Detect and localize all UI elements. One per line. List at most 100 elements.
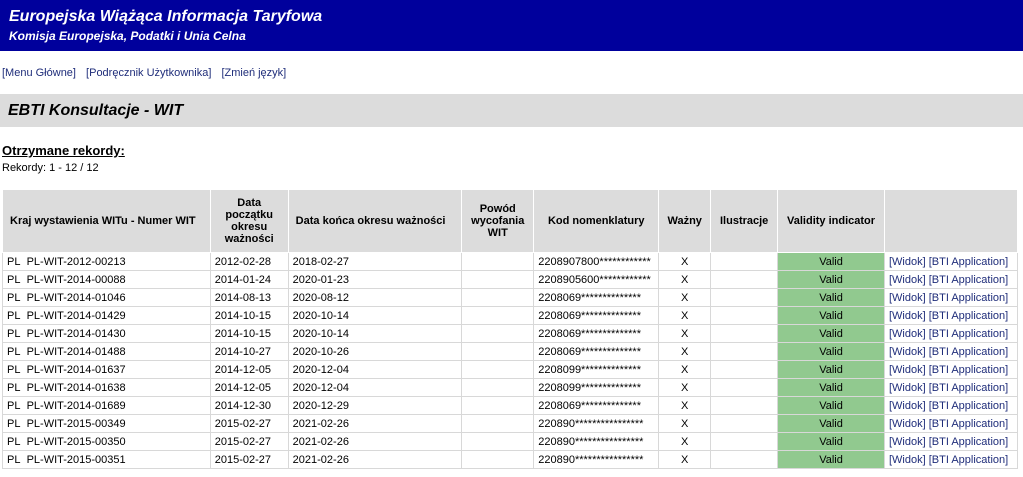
view-link[interactable]: [Widok] <box>889 328 926 340</box>
cell-start-date: 2014-12-30 <box>209 396 289 415</box>
cell-start-date: 2015-02-27 <box>209 450 289 469</box>
cell-start-date: 2014-10-15 <box>209 324 289 343</box>
cell-country: PL <box>7 327 21 340</box>
col-header-validity-indicator: Validity indicator <box>777 189 885 253</box>
bti-application-link[interactable]: [BTI Application] <box>929 454 1009 466</box>
cell-validity-indicator: Valid <box>777 270 885 289</box>
cell-withdrawal-reason <box>461 432 535 451</box>
cell-country: PL <box>7 435 21 448</box>
view-link[interactable]: [Widok] <box>889 382 926 394</box>
view-link[interactable]: [Widok] <box>889 274 926 286</box>
view-link[interactable]: [Widok] <box>889 310 926 322</box>
cell-country-number: PL PL-WIT-2014-01689 <box>2 396 211 415</box>
section-header: EBTI Konsultacje - WIT <box>0 94 1023 127</box>
cell-actions: [Widok] [BTI Application] <box>883 306 1019 325</box>
cell-actions: [Widok] [BTI Application] <box>883 450 1019 469</box>
cell-illustrations <box>710 378 779 397</box>
view-link[interactable]: [Widok] <box>889 454 926 466</box>
table-row: PL PL-WIT-2014-01046 2014-08-13 2020-08-12… <box>2 288 1019 307</box>
bti-application-link[interactable]: [BTI Application] <box>929 400 1009 412</box>
cell-validity-indicator: Valid <box>777 432 885 451</box>
cell-country-number: PL PL-WIT-2012-00213 <box>2 252 211 271</box>
cell-country-number: PL PL-WIT-2014-01638 <box>2 378 211 397</box>
col-header-country-number: Kraj wystawienia WITu - Numer WIT <box>2 189 211 253</box>
cell-withdrawal-reason <box>461 378 535 397</box>
cell-valid: X <box>658 396 712 415</box>
cell-actions: [Widok] [BTI Application] <box>883 378 1019 397</box>
change-language-link[interactable]: [Zmień język] <box>221 67 286 79</box>
table-row: PL PL-WIT-2012-00213 2012-02-28 2018-02-27… <box>2 252 1019 271</box>
cell-wit-number: PL-WIT-2014-00088 <box>26 273 126 286</box>
cell-illustrations <box>710 396 779 415</box>
cell-country: PL <box>7 309 21 322</box>
cell-actions: [Widok] [BTI Application] <box>883 252 1019 271</box>
bti-application-link[interactable]: [BTI Application] <box>929 382 1009 394</box>
cell-withdrawal-reason <box>461 342 535 361</box>
cell-nomenclature-code: 220890**************** <box>533 450 660 469</box>
cell-actions: [Widok] [BTI Application] <box>883 414 1019 433</box>
view-link[interactable]: [Widok] <box>889 400 926 412</box>
cell-validity-indicator: Valid <box>777 360 885 379</box>
bti-application-link[interactable]: [BTI Application] <box>929 274 1009 286</box>
cell-end-date: 2020-01-23 <box>287 270 463 289</box>
cell-wit-number: PL-WIT-2014-01429 <box>26 309 126 322</box>
cell-nomenclature-code: 2208907800************ <box>533 252 660 271</box>
cell-actions: [Widok] [BTI Application] <box>883 288 1019 307</box>
table-row: PL PL-WIT-2014-01689 2014-12-30 2020-12-29… <box>2 396 1019 415</box>
cell-validity-indicator: Valid <box>777 306 885 325</box>
cell-end-date: 2020-12-04 <box>287 378 463 397</box>
bti-application-link[interactable]: [BTI Application] <box>929 328 1009 340</box>
cell-withdrawal-reason <box>461 324 535 343</box>
view-link[interactable]: [Widok] <box>889 364 926 376</box>
cell-country: PL <box>7 363 21 376</box>
cell-wit-number: PL-WIT-2014-01488 <box>26 345 126 358</box>
main-menu-link[interactable]: [Menu Główne] <box>2 67 76 79</box>
cell-validity-indicator: Valid <box>777 288 885 307</box>
view-link[interactable]: [Widok] <box>889 418 926 430</box>
col-header-withdrawal-reason: Powód wycofania WIT <box>461 189 535 253</box>
cell-nomenclature-code: 2208905600************ <box>533 270 660 289</box>
bti-application-link[interactable]: [BTI Application] <box>929 346 1009 358</box>
view-link[interactable]: [Widok] <box>889 436 926 448</box>
bti-application-link[interactable]: [BTI Application] <box>929 418 1009 430</box>
cell-wit-number: PL-WIT-2014-01046 <box>26 291 126 304</box>
cell-country-number: PL PL-WIT-2014-01430 <box>2 324 211 343</box>
cell-illustrations <box>710 342 779 361</box>
cell-country: PL <box>7 417 21 430</box>
cell-actions: [Widok] [BTI Application] <box>883 396 1019 415</box>
cell-start-date: 2014-10-27 <box>209 342 289 361</box>
cell-country-number: PL PL-WIT-2014-01488 <box>2 342 211 361</box>
cell-withdrawal-reason <box>461 396 535 415</box>
cell-wit-number: PL-WIT-2014-01637 <box>26 363 126 376</box>
cell-validity-indicator: Valid <box>777 378 885 397</box>
view-link[interactable]: [Widok] <box>889 292 926 304</box>
cell-valid: X <box>658 414 712 433</box>
cell-valid: X <box>658 378 712 397</box>
cell-nomenclature-code: 2208069************** <box>533 306 660 325</box>
cell-country-number: PL PL-WIT-2014-01637 <box>2 360 211 379</box>
cell-illustrations <box>710 288 779 307</box>
cell-nomenclature-code: 2208069************** <box>533 324 660 343</box>
cell-actions: [Widok] [BTI Application] <box>883 432 1019 451</box>
view-link[interactable]: [Widok] <box>889 346 926 358</box>
cell-valid: X <box>658 306 712 325</box>
bti-application-link[interactable]: [BTI Application] <box>929 256 1009 268</box>
table-row: PL PL-WIT-2014-01637 2014-12-05 2020-12-04… <box>2 360 1019 379</box>
cell-nomenclature-code: 2208099************** <box>533 378 660 397</box>
bti-application-link[interactable]: [BTI Application] <box>929 292 1009 304</box>
top-nav: [Menu Główne] [Podręcznik Użytkownika] [… <box>2 67 293 79</box>
cell-end-date: 2020-08-12 <box>287 288 463 307</box>
records-count: Rekordy: 1 - 12 / 12 <box>2 162 99 174</box>
cell-valid: X <box>658 342 712 361</box>
cell-withdrawal-reason <box>461 270 535 289</box>
cell-nomenclature-code: 220890**************** <box>533 432 660 451</box>
user-manual-link[interactable]: [Podręcznik Użytkownika] <box>86 67 211 79</box>
cell-illustrations <box>710 270 779 289</box>
bti-application-link[interactable]: [BTI Application] <box>929 310 1009 322</box>
bti-application-link[interactable]: [BTI Application] <box>929 364 1009 376</box>
view-link[interactable]: [Widok] <box>889 256 926 268</box>
bti-application-link[interactable]: [BTI Application] <box>929 436 1009 448</box>
cell-start-date: 2014-08-13 <box>209 288 289 307</box>
cell-start-date: 2014-10-15 <box>209 306 289 325</box>
cell-country: PL <box>7 399 21 412</box>
